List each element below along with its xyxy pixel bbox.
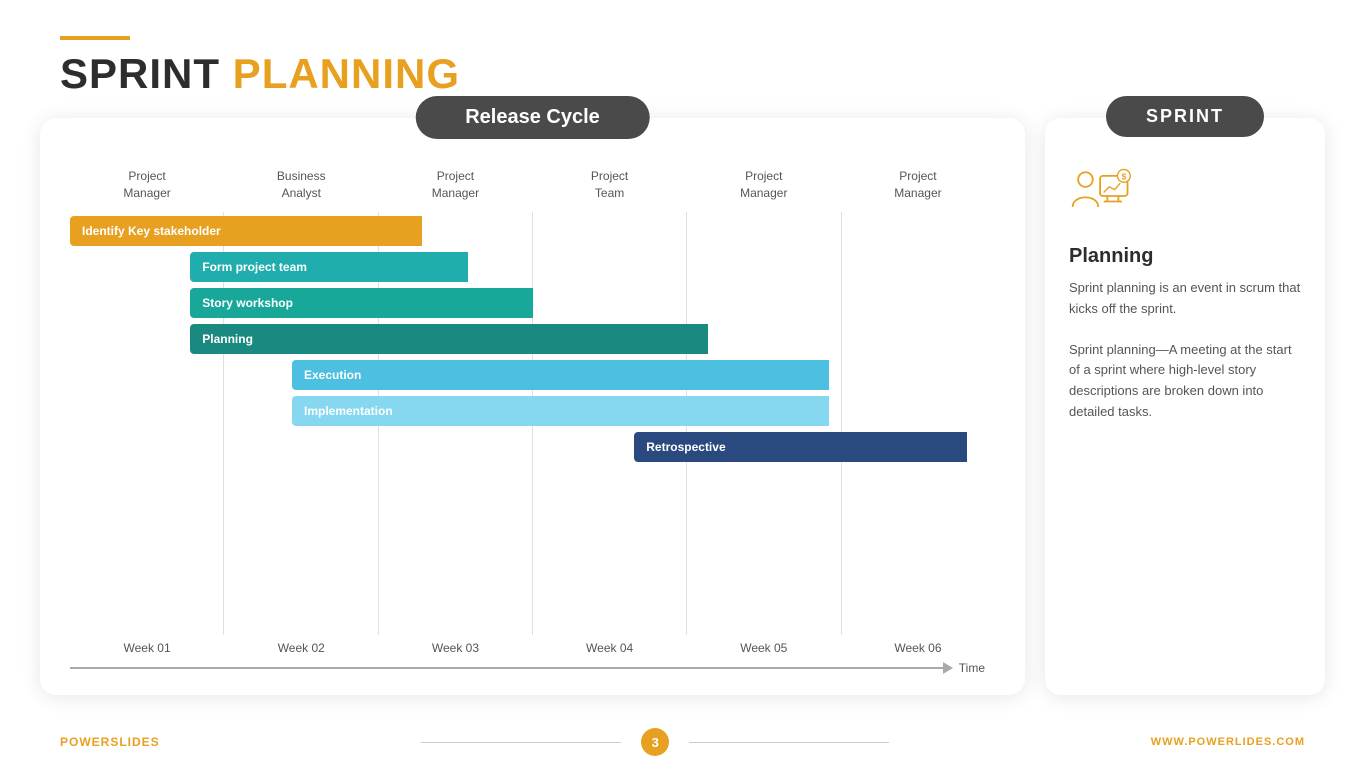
week-01: Week 01 bbox=[70, 641, 224, 655]
header-accent-line bbox=[60, 36, 130, 40]
sprint-icon: $ bbox=[1069, 168, 1301, 229]
footer-brand-orange: SLIDES bbox=[110, 735, 159, 749]
footer: POWERSLIDES 3 WWW.POWERLIDES.COM bbox=[0, 717, 1365, 767]
col-header-3: ProjectManager bbox=[378, 168, 532, 202]
col-header-4: ProjectTeam bbox=[533, 168, 687, 202]
bar-form-project-team: Form project team bbox=[190, 252, 468, 282]
bar-label-1: Identify Key stakeholder bbox=[82, 224, 221, 238]
timeline-axis: Time bbox=[70, 661, 995, 675]
bar-retrospective: Retrospective bbox=[634, 432, 967, 462]
bar-label-4: Planning bbox=[202, 332, 253, 346]
bars-area: Identify Key stakeholder Form project te… bbox=[70, 212, 995, 637]
timeline-arrow-icon bbox=[943, 662, 953, 674]
footer-center: 3 bbox=[160, 728, 1151, 756]
sprint-section-title: Planning bbox=[1069, 245, 1301, 268]
bar-label-6: Implementation bbox=[304, 404, 393, 418]
main-content: Release Cycle ProjectManager BusinessAna… bbox=[0, 118, 1365, 695]
bar-label-5: Execution bbox=[304, 368, 361, 382]
week-04: Week 04 bbox=[533, 641, 687, 655]
gantt-card: Release Cycle ProjectManager BusinessAna… bbox=[40, 118, 1025, 695]
bar-label-2: Form project team bbox=[202, 260, 307, 274]
col-header-2: BusinessAnalyst bbox=[224, 168, 378, 202]
timeline-label: Time bbox=[959, 661, 985, 675]
sprint-badge: SPRINT bbox=[1106, 96, 1264, 137]
bar-execution: Execution bbox=[292, 360, 829, 390]
week-05: Week 05 bbox=[687, 641, 841, 655]
col-header-5: ProjectManager bbox=[687, 168, 841, 202]
bar-label-3: Story workshop bbox=[202, 296, 293, 310]
bar-label-7: Retrospective bbox=[646, 440, 725, 454]
timeline-line bbox=[70, 667, 943, 669]
page-number: 3 bbox=[641, 728, 669, 756]
footer-brand-black: POWER bbox=[60, 735, 110, 749]
sprint-description-1: Sprint planning is an event in scrum tha… bbox=[1069, 278, 1301, 320]
bar-story-workshop: Story workshop bbox=[190, 288, 532, 318]
col-header-6: ProjectManager bbox=[841, 168, 995, 202]
title-orange: PLANNING bbox=[220, 50, 460, 97]
week-labels: Week 01 Week 02 Week 03 Week 04 Week 05 … bbox=[70, 641, 995, 655]
bar-identify-stakeholder: Identify Key stakeholder bbox=[70, 216, 422, 246]
footer-line-left bbox=[421, 742, 621, 743]
week-06: Week 06 bbox=[841, 641, 995, 655]
svg-text:$: $ bbox=[1122, 173, 1127, 182]
gantt-body: Identify Key stakeholder Form project te… bbox=[70, 212, 995, 675]
column-headers: ProjectManager BusinessAnalyst ProjectMa… bbox=[70, 158, 995, 202]
bar-planning: Planning bbox=[190, 324, 708, 354]
footer-brand: POWERSLIDES bbox=[60, 735, 160, 749]
release-cycle-badge: Release Cycle bbox=[415, 96, 650, 139]
footer-website: WWW.POWERLIDES.COM bbox=[1151, 736, 1305, 748]
sprint-card: SPRINT $ Planning Sprint planning is an … bbox=[1045, 118, 1325, 695]
week-02: Week 02 bbox=[224, 641, 378, 655]
title-black: SPRINT bbox=[60, 50, 220, 97]
week-03: Week 03 bbox=[378, 641, 532, 655]
bar-implementation: Implementation bbox=[292, 396, 829, 426]
sprint-description-2: Sprint planning—A meeting at the start o… bbox=[1069, 340, 1301, 423]
page-title: SPRINT PLANNING bbox=[60, 50, 1305, 98]
col-header-1: ProjectManager bbox=[70, 168, 224, 202]
planning-icon: $ bbox=[1069, 168, 1133, 224]
footer-line-right bbox=[689, 742, 889, 743]
